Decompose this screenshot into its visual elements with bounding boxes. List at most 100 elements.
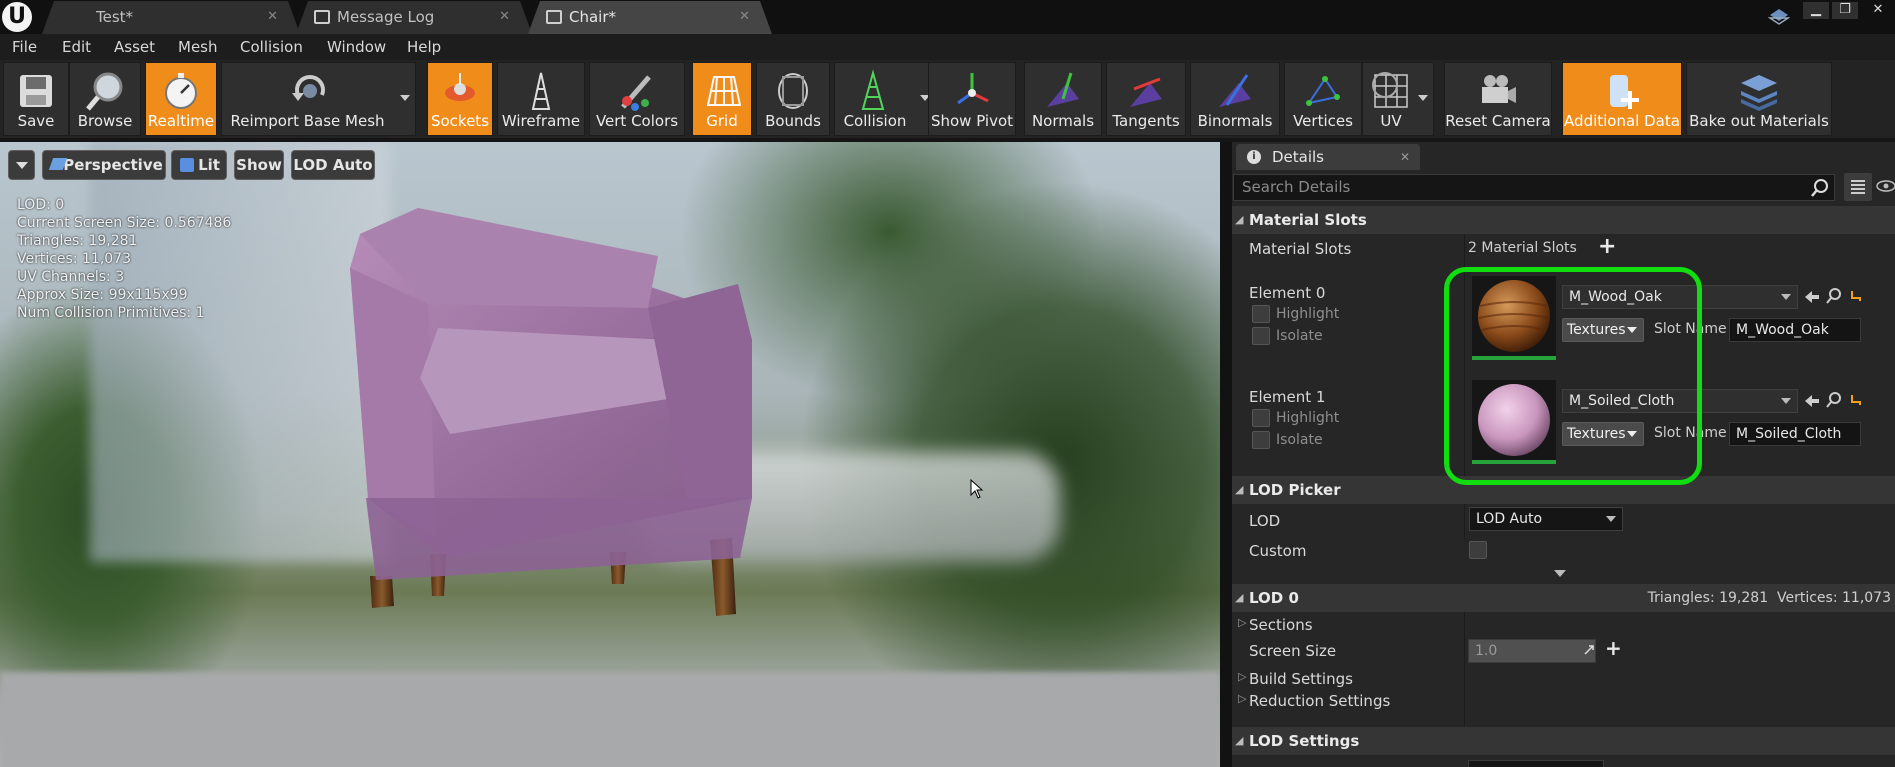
save-button[interactable]: Save bbox=[3, 62, 69, 136]
tab-label: Chair* bbox=[569, 8, 617, 26]
screen-size-label: Screen Size bbox=[1249, 642, 1337, 660]
menu-mesh[interactable]: Mesh bbox=[178, 38, 218, 56]
realtime-button[interactable]: Realtime bbox=[145, 62, 217, 136]
collision-button[interactable]: Collision bbox=[834, 62, 936, 136]
grid-button[interactable]: Grid bbox=[692, 62, 752, 136]
chevron-down-icon[interactable] bbox=[400, 95, 410, 101]
minimize-button[interactable]: ▁ bbox=[1803, 2, 1829, 19]
lod-dropdown[interactable]: LOD Auto bbox=[1469, 507, 1623, 531]
normals-icon bbox=[1047, 72, 1079, 107]
toolbar-label: Realtime bbox=[147, 112, 215, 130]
show-pivot-button[interactable]: Show Pivot bbox=[928, 62, 1016, 136]
material-combo[interactable]: M_Soiled_Cloth bbox=[1562, 389, 1798, 413]
panel-splitter[interactable] bbox=[1220, 142, 1232, 767]
viewport[interactable]: Perspective Lit Show LOD Auto LOD: 0 Cur… bbox=[0, 142, 1220, 767]
menu-help[interactable]: Help bbox=[407, 38, 441, 56]
slot-name-input[interactable]: M_Wood_Oak bbox=[1729, 318, 1861, 342]
close-icon[interactable]: ✕ bbox=[739, 1, 750, 33]
bounds-button[interactable]: Bounds bbox=[756, 62, 830, 136]
tab-chair[interactable]: Chair* ✕ bbox=[528, 1, 772, 34]
column-divider[interactable] bbox=[1464, 612, 1465, 740]
add-material-slot-icon[interactable]: + bbox=[1598, 234, 1616, 259]
bake-out-materials-button[interactable]: Bake out Materials bbox=[1686, 62, 1832, 136]
menu-asset[interactable]: Asset bbox=[114, 38, 155, 56]
custom-checkbox[interactable] bbox=[1469, 541, 1487, 559]
view-options-button[interactable] bbox=[1844, 173, 1872, 201]
lod-picker-category[interactable]: ◢ LOD Picker bbox=[1232, 476, 1895, 504]
menu-window[interactable]: Window bbox=[327, 38, 386, 56]
menu-edit[interactable]: Edit bbox=[62, 38, 91, 56]
collapse-arrow-icon: ◢ bbox=[1235, 213, 1244, 226]
close-icon[interactable]: ✕ bbox=[267, 1, 278, 33]
vertices-button[interactable]: Vertices bbox=[1284, 62, 1362, 136]
reimport-icon bbox=[292, 75, 325, 101]
reset-to-default-icon[interactable] bbox=[1850, 393, 1862, 407]
search-icon[interactable] bbox=[1811, 179, 1829, 197]
isolate-checkbox[interactable] bbox=[1252, 431, 1270, 449]
lod-settings-field[interactable] bbox=[1468, 760, 1604, 767]
reset-camera-button[interactable]: Reset Camera bbox=[1444, 62, 1552, 136]
close-icon[interactable]: ✕ bbox=[499, 1, 510, 33]
add-screen-size-icon[interactable]: + bbox=[1605, 636, 1622, 660]
reset-to-default-icon[interactable] bbox=[1850, 289, 1862, 303]
expand-arrow-icon[interactable]: ▷ bbox=[1238, 692, 1246, 705]
tab-message-log[interactable]: Message Log ✕ bbox=[296, 1, 532, 34]
textures-dropdown[interactable]: Textures bbox=[1562, 422, 1644, 446]
reduction-settings-label[interactable]: Reduction Settings bbox=[1249, 692, 1390, 710]
close-icon[interactable]: ✕ bbox=[1400, 144, 1410, 170]
lod0-category[interactable]: ◢ LOD 0 Triangles: 19,281 Vertices: 11,0… bbox=[1232, 584, 1895, 612]
lod-auto-label: LOD Auto bbox=[293, 156, 373, 174]
close-window-button[interactable]: ✕ bbox=[1861, 2, 1895, 19]
menu-collision[interactable]: Collision bbox=[240, 38, 303, 56]
wireframe-button[interactable]: Wireframe bbox=[497, 62, 585, 136]
toolbar-label: Additional Data bbox=[1564, 112, 1680, 130]
use-selected-arrow-icon[interactable] bbox=[1805, 291, 1819, 303]
sections-label[interactable]: Sections bbox=[1249, 616, 1313, 634]
lit-button[interactable]: Lit bbox=[171, 150, 227, 180]
chevron-down-icon[interactable] bbox=[1418, 95, 1428, 101]
slot-name-input[interactable]: M_Soiled_Cloth bbox=[1729, 422, 1861, 446]
viewport-options-button[interactable] bbox=[8, 150, 35, 180]
info-icon: i bbox=[1247, 150, 1261, 164]
lod-auto-button[interactable]: LOD Auto bbox=[291, 150, 375, 180]
vert-colors-button[interactable]: Vert Colors bbox=[589, 62, 685, 136]
show-button[interactable]: Show bbox=[234, 150, 284, 180]
isolate-checkbox[interactable] bbox=[1252, 327, 1270, 345]
expand-arrow-icon[interactable]: ▷ bbox=[1238, 616, 1246, 629]
material-thumbnail[interactable] bbox=[1472, 380, 1556, 464]
maximize-button[interactable]: ❐ bbox=[1832, 2, 1858, 19]
use-selected-arrow-icon[interactable] bbox=[1805, 395, 1819, 407]
sockets-button[interactable]: Sockets bbox=[427, 62, 493, 136]
uv-button[interactable]: UV bbox=[1362, 62, 1434, 136]
material-slots-category[interactable]: ◢ Material Slots bbox=[1232, 206, 1895, 234]
reimport-base-mesh-button[interactable]: Reimport Base Mesh bbox=[221, 62, 416, 136]
search-input[interactable]: Search Details bbox=[1233, 174, 1835, 201]
tab-test[interactable]: Test* ✕ bbox=[42, 1, 300, 34]
perspective-label: Perspective bbox=[63, 156, 163, 174]
advanced-expand-icon[interactable] bbox=[1554, 568, 1566, 578]
spin-arrows-icon bbox=[1584, 645, 1594, 655]
browse-asset-icon[interactable] bbox=[1826, 288, 1842, 304]
screen-size-input[interactable]: 1.0 bbox=[1468, 639, 1596, 663]
tangents-button[interactable]: Tangents bbox=[1106, 62, 1186, 136]
expand-arrow-icon[interactable]: ▷ bbox=[1238, 670, 1246, 683]
content-browser-icon[interactable] bbox=[1767, 6, 1791, 26]
highlight-checkbox[interactable] bbox=[1252, 409, 1270, 427]
binormals-button[interactable]: Binormals bbox=[1190, 62, 1280, 136]
textures-dropdown[interactable]: Textures bbox=[1562, 318, 1644, 342]
additional-data-button[interactable]: Additional Data bbox=[1562, 62, 1682, 136]
build-settings-label[interactable]: Build Settings bbox=[1249, 670, 1353, 688]
lod-settings-category[interactable]: ◢ LOD Settings bbox=[1232, 727, 1895, 755]
details-tab[interactable]: i Details ✕ bbox=[1236, 144, 1420, 170]
browse-asset-icon[interactable] bbox=[1826, 392, 1842, 408]
perspective-button[interactable]: Perspective bbox=[42, 150, 166, 180]
ue-logo-icon[interactable]: U bbox=[2, 2, 32, 32]
eye-icon[interactable] bbox=[1876, 179, 1895, 193]
toolbar-label: Vert Colors bbox=[595, 112, 679, 130]
highlight-checkbox[interactable] bbox=[1252, 305, 1270, 323]
menu-file[interactable]: File bbox=[12, 38, 37, 56]
browse-button[interactable]: Browse bbox=[69, 62, 141, 136]
material-combo[interactable]: M_Wood_Oak bbox=[1562, 285, 1798, 309]
material-thumbnail[interactable] bbox=[1472, 276, 1556, 360]
normals-button[interactable]: Normals bbox=[1024, 62, 1102, 136]
